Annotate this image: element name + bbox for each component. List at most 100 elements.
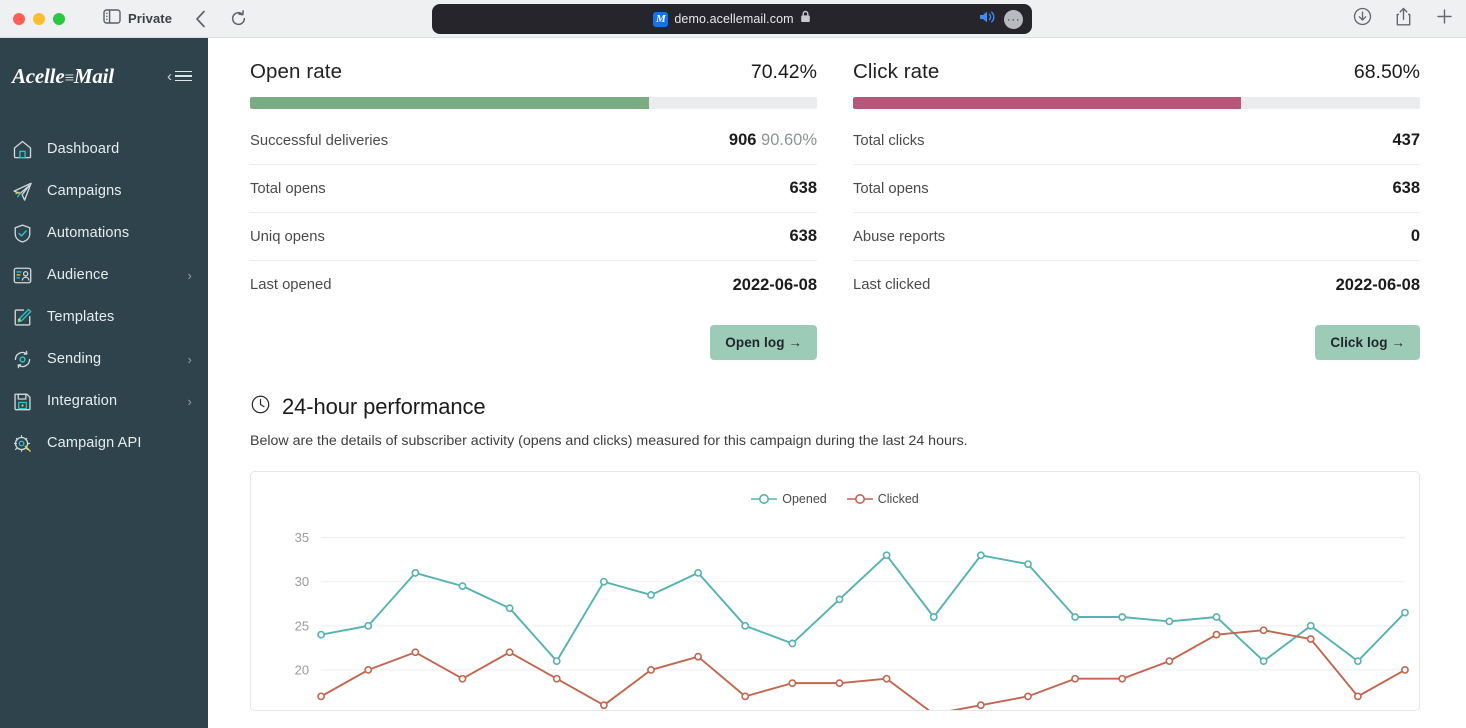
minimize-window-button[interactable] (33, 12, 45, 25)
chart-point-clicked[interactable] (1306, 635, 1315, 643)
api-gear-icon (12, 432, 38, 454)
open-rate-progress-track (250, 97, 817, 109)
chart-point-opened[interactable] (505, 604, 514, 613)
plus-icon[interactable] (1435, 7, 1454, 31)
logo-text-mail: Mail (73, 63, 114, 88)
chart-point-clicked[interactable] (694, 652, 703, 661)
chart-point-clicked[interactable] (411, 648, 420, 657)
stat-row: Uniq opens 638 (250, 213, 817, 261)
share-icon[interactable] (1395, 7, 1412, 32)
reload-button[interactable] (228, 9, 248, 29)
chart-point-clicked[interactable] (976, 701, 985, 710)
chart-point-opened[interactable] (1306, 621, 1315, 630)
shield-check-icon (12, 222, 38, 244)
chart-point-opened[interactable] (552, 657, 561, 665)
sidebar-item-campaign-api[interactable]: Campaign API (0, 422, 208, 464)
chart-point-clicked[interactable] (458, 674, 467, 683)
private-mode-group[interactable]: Private (103, 8, 173, 29)
chart-point-opened[interactable] (1118, 613, 1127, 621)
address-bar[interactable]: M demo.acellemail.com ··· (432, 4, 1032, 34)
chart-point-opened[interactable] (694, 569, 703, 577)
chart-point-opened[interactable] (788, 639, 797, 648)
chart-point-opened[interactable] (835, 595, 844, 604)
open-card-actions: Open log → (250, 309, 817, 360)
chart-point-clicked[interactable] (1401, 666, 1409, 674)
open-log-button[interactable]: Open log → (710, 325, 817, 360)
chrome-right-controls (1353, 0, 1454, 38)
stat-row-label: Total opens (853, 180, 929, 197)
stat-row-value: 0 (1410, 227, 1420, 245)
legend-marker-clicked (846, 494, 873, 504)
chart-point-clicked[interactable] (741, 692, 750, 701)
chart-point-opened[interactable] (599, 577, 608, 586)
chart-point-opened[interactable] (1353, 657, 1362, 665)
sidebar-item-dashboard[interactable]: Dashboard (0, 128, 208, 170)
chart-point-opened[interactable] (364, 621, 373, 630)
click-rate-card: Click rate 68.50% Total clicks 437 Total… (853, 60, 1420, 360)
chart-point-opened[interactable] (411, 569, 420, 577)
chart-point-opened[interactable] (1165, 617, 1174, 626)
click-log-button[interactable]: Click log → (1315, 325, 1420, 360)
chart-point-opened[interactable] (1024, 560, 1032, 568)
download-icon[interactable] (1353, 7, 1372, 31)
chart-point-clicked[interactable] (317, 692, 326, 701)
chart-point-opened[interactable] (976, 551, 985, 560)
chart-point-opened[interactable] (882, 551, 891, 560)
sidebar-toggle-icon[interactable] (103, 8, 121, 29)
sidebar-item-sending[interactable]: Sending › (0, 338, 208, 380)
clock-icon (250, 394, 271, 420)
chart-y-tick-label: 20 (295, 662, 309, 677)
stat-row-label: Total clicks (853, 132, 925, 149)
private-label: Private (128, 11, 173, 26)
chart-point-clicked[interactable] (882, 674, 891, 683)
sync-icon (12, 348, 38, 370)
chart-point-clicked[interactable] (505, 648, 514, 657)
legend-item-opened[interactable]: Opened (751, 492, 827, 506)
window-traffic-lights[interactable] (13, 12, 65, 25)
close-window-button[interactable] (13, 12, 25, 25)
chart-point-opened[interactable] (1071, 613, 1080, 621)
sidebar-item-label: Campaigns (47, 183, 122, 199)
chart-point-opened[interactable] (647, 591, 655, 599)
extensions-menu-button[interactable]: ··· (1004, 9, 1023, 29)
chart-point-clicked[interactable] (835, 679, 844, 688)
sidebar-item-campaigns[interactable]: Campaigns (0, 170, 208, 212)
open-rate-percent: 70.42% (750, 61, 817, 83)
chart-point-clicked[interactable] (1024, 692, 1032, 701)
app-logo[interactable]: Acelle≡Mail (12, 64, 114, 89)
sidebar-item-label: Dashboard (47, 141, 120, 157)
legend-item-clicked[interactable]: Clicked (846, 492, 919, 506)
chart-point-clicked[interactable] (552, 674, 561, 683)
chart-point-opened[interactable] (317, 630, 326, 639)
chart-point-opened[interactable] (929, 613, 938, 621)
chart-point-clicked[interactable] (1259, 626, 1268, 635)
sidebar-item-templates[interactable]: Templates (0, 296, 208, 338)
home-icon (12, 138, 38, 160)
chart-point-clicked[interactable] (599, 701, 608, 710)
sidebar-collapse-button[interactable]: ‹ (167, 68, 192, 85)
chart-point-clicked[interactable] (1353, 692, 1362, 701)
stat-row: Abuse reports 0 (853, 213, 1420, 261)
chart-point-clicked[interactable] (1071, 674, 1080, 683)
chart-point-clicked[interactable] (1118, 674, 1127, 683)
chart-point-opened[interactable] (1259, 657, 1268, 665)
speaker-icon[interactable] (979, 10, 996, 29)
stat-row-label: Uniq opens (250, 228, 325, 245)
back-button[interactable] (190, 9, 210, 29)
chart-point-clicked[interactable] (1165, 657, 1174, 665)
chart-point-opened[interactable] (458, 582, 467, 591)
sidebar-item-audience[interactable]: Audience › (0, 254, 208, 296)
chart-point-opened[interactable] (1401, 608, 1409, 617)
chart-y-tick-label: 30 (295, 574, 309, 589)
sidebar-brand-row: Acelle≡Mail ‹ (0, 46, 208, 106)
sidebar-item-automations[interactable]: Automations (0, 212, 208, 254)
chart-point-clicked[interactable] (364, 666, 373, 674)
chart-point-opened[interactable] (741, 621, 750, 630)
maximize-window-button[interactable] (53, 12, 65, 25)
chart-point-clicked[interactable] (1212, 630, 1221, 639)
chart-point-opened[interactable] (1212, 613, 1221, 621)
chart-point-clicked[interactable] (647, 666, 655, 674)
chart-point-clicked[interactable] (788, 679, 797, 688)
sidebar-item-integration[interactable]: Integration › (0, 380, 208, 422)
sidebar-item-label: Audience (47, 267, 109, 283)
